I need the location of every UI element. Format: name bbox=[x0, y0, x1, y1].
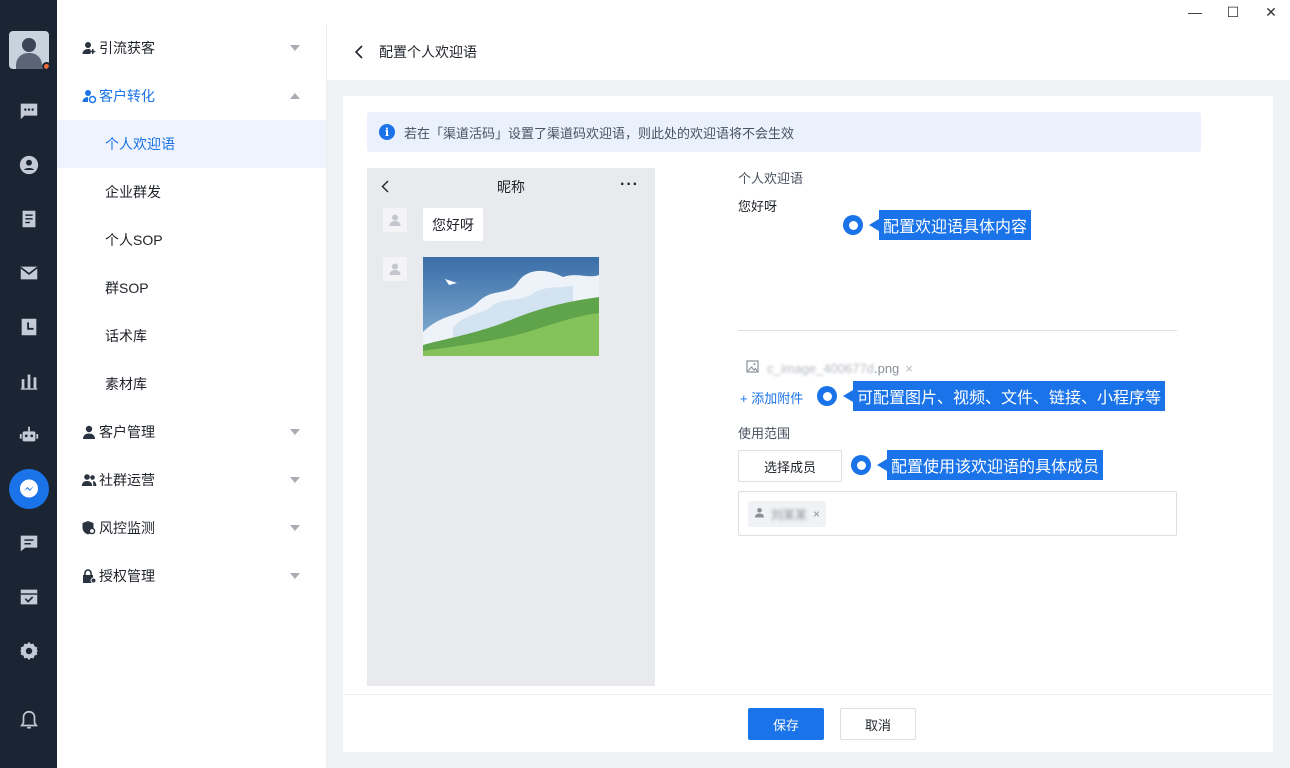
member-tag: 刘某某 × bbox=[748, 501, 827, 527]
sidebar-group-label: 授权管理 bbox=[99, 568, 155, 584]
users-icon bbox=[81, 472, 97, 488]
page-header: 配置个人欢迎语 bbox=[327, 24, 1290, 80]
schedule-icon[interactable] bbox=[17, 315, 41, 339]
user-icon bbox=[81, 424, 97, 440]
member-name: 刘某某 bbox=[771, 507, 808, 522]
sidebar-group-label: 客户转化 bbox=[99, 88, 155, 104]
callout-arrow-icon bbox=[843, 390, 853, 402]
chevron-up-icon bbox=[290, 93, 300, 99]
callout-content-text: 配置欢迎语具体内容 bbox=[879, 210, 1032, 240]
sidebar-item-mass-send[interactable]: 企业群发 bbox=[57, 168, 326, 216]
close-button[interactable]: ✕ bbox=[1252, 0, 1290, 24]
callout-arrow-icon bbox=[877, 459, 887, 471]
sidebar-group-conversion[interactable]: 客户转化 bbox=[57, 72, 326, 120]
sidebar-group-customers[interactable]: 客户管理 bbox=[57, 408, 326, 456]
chevron-down-icon bbox=[290, 573, 300, 579]
sidebar-group-risk[interactable]: 风控监测 bbox=[57, 504, 326, 552]
back-arrow-icon[interactable] bbox=[349, 42, 369, 62]
sidebar-item-materials[interactable]: 素材库 bbox=[57, 360, 326, 408]
chevron-down-icon bbox=[290, 525, 300, 531]
bell-icon[interactable] bbox=[17, 708, 41, 732]
message-bubble: 您好呀 bbox=[423, 208, 483, 241]
callout-arrow-icon bbox=[869, 219, 879, 231]
chevron-down-icon bbox=[290, 477, 300, 483]
callout-attachment: 可配置图片、视频、文件、链接、小程序等 bbox=[817, 381, 1166, 411]
user-icon bbox=[754, 507, 765, 521]
callout-members-text: 配置使用该欢迎语的具体成员 bbox=[887, 450, 1104, 480]
callout-marker-icon bbox=[843, 215, 863, 235]
minimize-button[interactable]: — bbox=[1176, 0, 1214, 24]
user-convert-icon bbox=[81, 88, 97, 104]
chevron-down-icon bbox=[290, 429, 300, 435]
form-footer: 保存 取消 bbox=[343, 694, 1273, 752]
sidebar-item-personal-sop[interactable]: 个人SOP bbox=[57, 216, 326, 264]
sidebar-group-traffic[interactable]: 引流获客 bbox=[57, 24, 326, 72]
messenger-icon[interactable] bbox=[9, 469, 49, 509]
sidebar-group-auth[interactable]: 授权管理 bbox=[57, 552, 326, 600]
image-file-icon bbox=[746, 360, 759, 376]
sidebar-group-label: 引流获客 bbox=[99, 40, 155, 56]
sidebar-item-scripts[interactable]: 话术库 bbox=[57, 312, 326, 360]
page-title: 配置个人欢迎语 bbox=[379, 44, 477, 60]
sidebar: 引流获客 客户转化 个人欢迎语 企业群发 个人SOP 群SOP 话术库 素材库 … bbox=[57, 24, 327, 768]
window-controls: — ☐ ✕ bbox=[1176, 0, 1290, 24]
shield-search-icon bbox=[81, 520, 97, 536]
contact-icon[interactable] bbox=[17, 153, 41, 177]
welcome-label: 个人欢迎语 bbox=[738, 171, 804, 186]
save-button[interactable]: 保存 bbox=[748, 708, 824, 740]
attachment-name: c_image_400677d bbox=[767, 360, 874, 376]
remove-attachment-icon[interactable]: × bbox=[905, 361, 913, 376]
preview-nickname: 昵称 bbox=[497, 179, 525, 195]
sidebar-group-label: 风控监测 bbox=[99, 520, 155, 536]
task-board-icon[interactable] bbox=[17, 585, 41, 609]
mail-icon[interactable] bbox=[17, 261, 41, 285]
sidebar-group-label: 社群运营 bbox=[99, 472, 155, 488]
back-arrow-icon bbox=[381, 180, 389, 196]
chevron-down-icon bbox=[290, 45, 300, 51]
avatar bbox=[383, 208, 407, 232]
callout-members: 配置使用该欢迎语的具体成员 bbox=[851, 450, 1104, 480]
maximize-button[interactable]: ☐ bbox=[1214, 0, 1252, 24]
notice-bar: i 若在「渠道活码」设置了渠道码欢迎语，则此处的欢迎语将不会生效 bbox=[367, 112, 1201, 152]
preview-header: 昵称 ··· bbox=[367, 168, 655, 206]
document-icon[interactable] bbox=[17, 207, 41, 231]
callout-content: 配置欢迎语具体内容 bbox=[843, 210, 1032, 240]
sidebar-group-label: 客户管理 bbox=[99, 424, 155, 440]
phone-preview: 昵称 ··· 您好呀 bbox=[367, 168, 655, 686]
scope-label: 使用范围 bbox=[738, 426, 791, 441]
sidebar-group-community[interactable]: 社群运营 bbox=[57, 456, 326, 504]
welcome-form: 个人欢迎语 您好呀 bbox=[738, 168, 1178, 215]
chat-icon[interactable] bbox=[17, 99, 41, 123]
attachment-extension: .png bbox=[873, 360, 900, 376]
cancel-button[interactable]: 取消 bbox=[840, 708, 916, 740]
user-plus-icon bbox=[81, 40, 97, 56]
robot-icon[interactable] bbox=[17, 423, 41, 447]
sidebar-item-group-sop[interactable]: 群SOP bbox=[57, 264, 326, 312]
select-member-button[interactable]: 选择成员 bbox=[738, 450, 842, 482]
message-image bbox=[423, 257, 599, 356]
callout-attachment-text: 可配置图片、视频、文件、链接、小程序等 bbox=[853, 381, 1166, 411]
notice-text: 若在「渠道活码」设置了渠道码欢迎语，则此处的欢迎语将不会生效 bbox=[404, 125, 795, 141]
user-avatar[interactable] bbox=[9, 31, 49, 69]
member-list-box[interactable]: 刘某某 × bbox=[738, 491, 1177, 536]
add-attachment-link[interactable]: + 添加附件 bbox=[740, 388, 803, 407]
info-icon: i bbox=[379, 124, 395, 140]
avatar bbox=[383, 257, 407, 281]
settings-gear-icon[interactable] bbox=[17, 639, 41, 663]
remove-member-icon[interactable]: × bbox=[813, 507, 820, 521]
lock-icon bbox=[81, 568, 97, 584]
attachment-item: c_image_400677d .png × bbox=[746, 360, 913, 376]
bar-chart-icon[interactable] bbox=[17, 369, 41, 393]
app-rail bbox=[0, 0, 57, 768]
divider bbox=[738, 330, 1177, 331]
comment-icon[interactable] bbox=[17, 531, 41, 555]
callout-marker-icon bbox=[817, 386, 837, 406]
more-icon: ··· bbox=[620, 176, 639, 193]
status-dot bbox=[42, 62, 49, 69]
callout-marker-icon bbox=[851, 455, 871, 475]
sidebar-item-welcome[interactable]: 个人欢迎语 bbox=[57, 120, 326, 168]
